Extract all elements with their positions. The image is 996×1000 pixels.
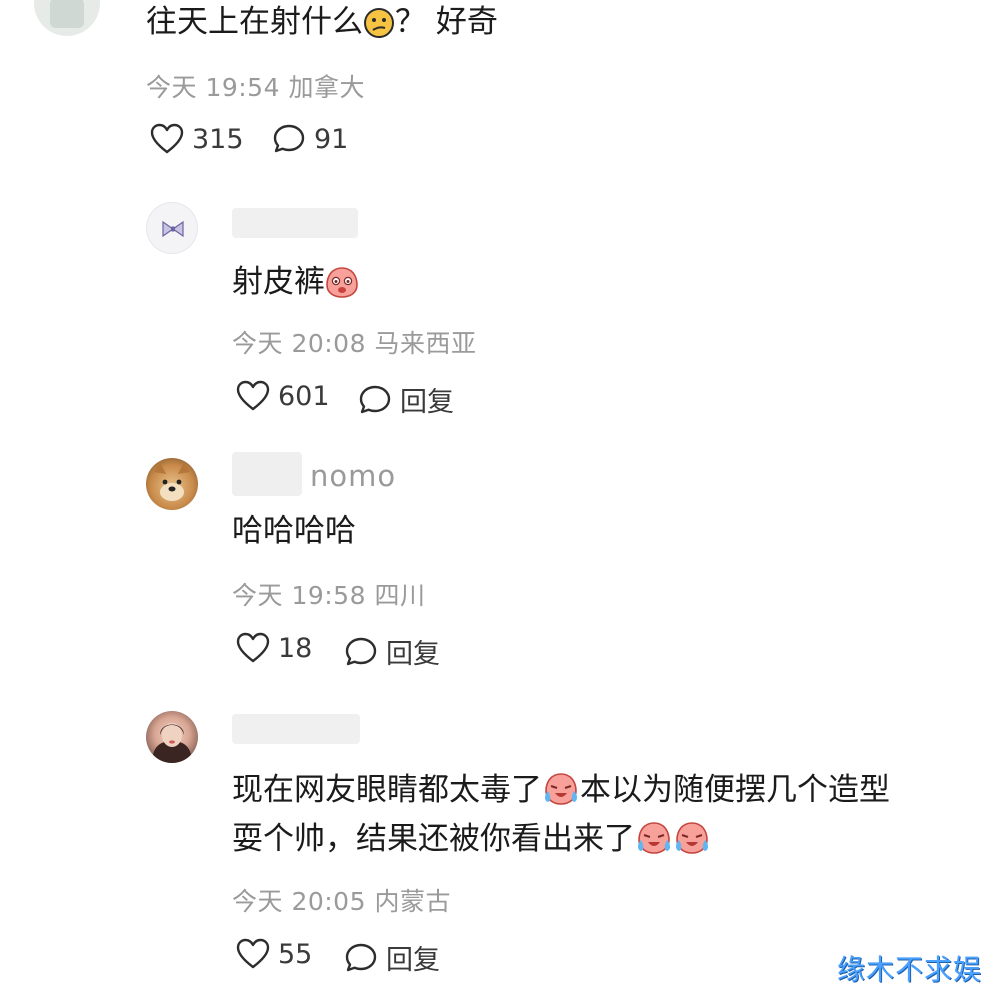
- speech-bubble-icon: [344, 636, 378, 668]
- reply-button[interactable]: 回复: [344, 632, 440, 671]
- avatar[interactable]: [146, 711, 198, 763]
- reply-button[interactable]: 回复: [358, 380, 454, 419]
- comment-text-line2: 耍个帅，结果还被你看出来了: [232, 813, 711, 872]
- avatar[interactable]: [146, 458, 198, 510]
- reply-count: 91: [314, 123, 349, 155]
- comment-meta: 今天 20:08 马来西亚: [232, 329, 477, 358]
- username-redacted: [232, 208, 358, 238]
- like-button[interactable]: 315: [150, 123, 244, 155]
- blushing-face-icon: [325, 263, 359, 315]
- heart-icon: [150, 123, 184, 155]
- avatar[interactable]: [34, 0, 100, 36]
- username-redacted: [232, 452, 302, 496]
- crying-laughing-icon: [673, 820, 711, 872]
- username[interactable]: nomo: [310, 459, 396, 493]
- comment-meta: 今天 20:05 内蒙古: [232, 887, 451, 916]
- like-count: 18: [278, 632, 313, 664]
- comment-text: 往天上在射什么 ？ 好奇: [146, 0, 498, 55]
- comment-text: 哈哈哈哈: [232, 513, 356, 549]
- reply-button[interactable]: 91: [272, 123, 348, 155]
- bow-icon: [160, 220, 186, 242]
- reply-button[interactable]: 回复: [344, 938, 440, 977]
- like-count: 601: [278, 380, 330, 412]
- reply-label: 回复: [400, 387, 454, 418]
- speech-bubble-icon: [358, 384, 392, 416]
- comment-meta: 今天 19:54 加拿大: [146, 73, 365, 102]
- like-count: 315: [192, 123, 244, 155]
- heart-icon: [236, 938, 270, 970]
- like-button[interactable]: 18: [236, 632, 312, 664]
- like-button[interactable]: 601: [236, 380, 330, 412]
- watermark: 缘木不求娱: [836, 953, 982, 986]
- speech-bubble-icon: [344, 942, 378, 974]
- heart-icon: [236, 632, 270, 664]
- speech-bubble-icon: [272, 123, 306, 155]
- confused-face-icon: [363, 3, 395, 55]
- avatar[interactable]: [146, 202, 198, 254]
- reply-label: 回复: [386, 945, 440, 976]
- like-button[interactable]: 55: [236, 938, 312, 970]
- dog-face-icon: [146, 458, 198, 510]
- like-count: 55: [278, 938, 313, 970]
- username-redacted: [232, 714, 360, 744]
- crying-laughing-icon: [635, 820, 673, 872]
- person-portrait-icon: [146, 711, 198, 763]
- reply-label: 回复: [386, 639, 440, 670]
- comment-text: 射皮裤: [232, 256, 359, 315]
- heart-icon: [236, 380, 270, 412]
- comment-meta: 今天 19:58 四川: [232, 581, 426, 610]
